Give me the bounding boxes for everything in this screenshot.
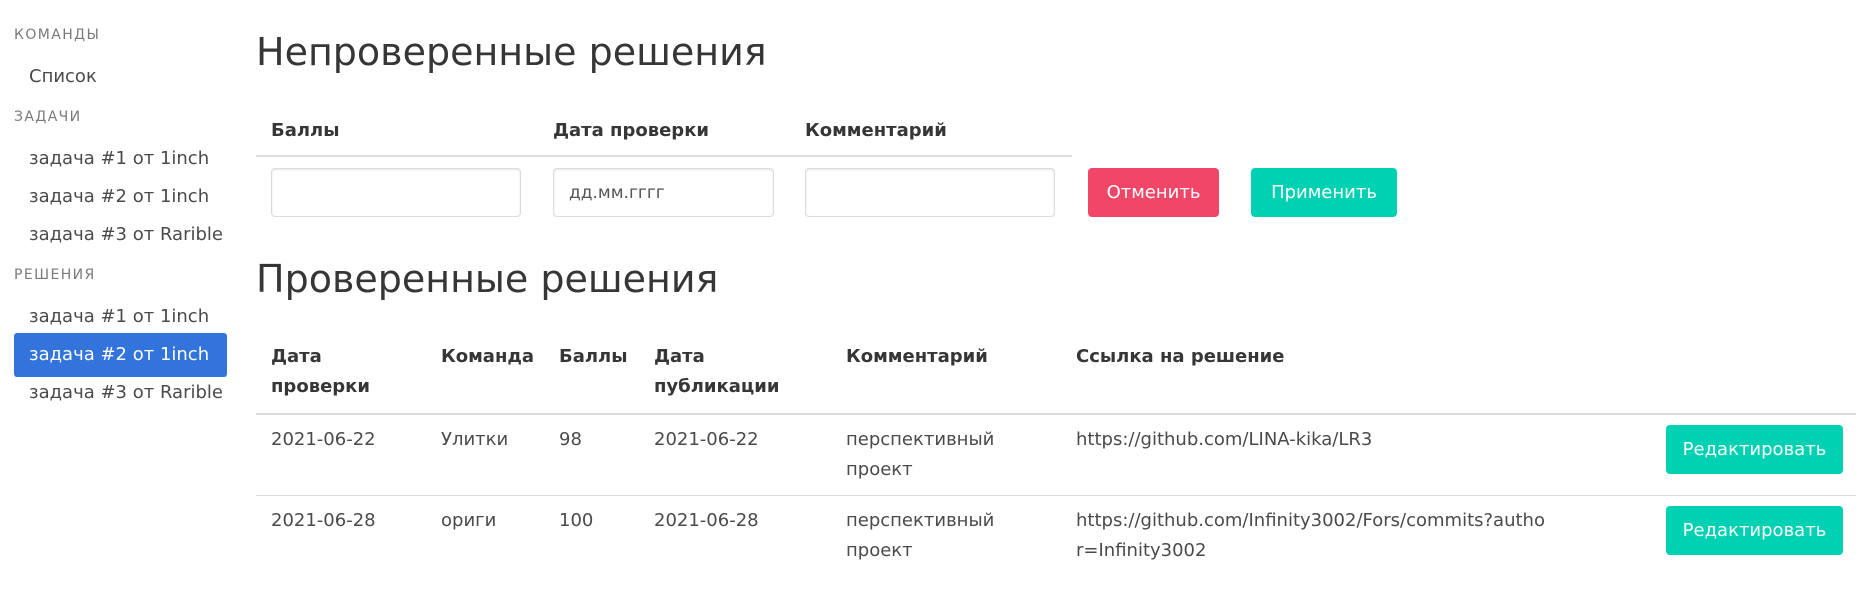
menu-label-tasks: ЗАДАЧИ <box>14 109 82 125</box>
cell-link[interactable]: https://github.com/Infinity3002/Fors/com… <box>1076 506 1546 566</box>
cell-team: ориги <box>441 510 497 531</box>
menu-label-solutions: РЕШЕНИЯ <box>14 267 96 283</box>
edit-button[interactable]: Редактировать <box>1666 506 1843 555</box>
cell-comment: перспективный проект <box>846 510 995 561</box>
cell-pub-date: 2021-06-28 <box>654 510 759 531</box>
column-pub-date: Дата публикации <box>654 346 780 397</box>
column-comment: Комментарий <box>846 346 988 367</box>
menu-label-teams: КОМАНДЫ <box>14 27 101 43</box>
sidebar-item-solution-3[interactable]: задача #3 от Rarible <box>14 371 227 415</box>
cell-comment: перспективный проект <box>846 429 995 480</box>
cell-team: Улитки <box>441 429 509 450</box>
column-check-date: Дата проверки <box>271 346 370 397</box>
column-score: Баллы <box>271 120 340 141</box>
unverified-table-header: Баллы Дата проверки Комментарий <box>256 107 1072 157</box>
score-input[interactable] <box>271 168 521 217</box>
cancel-button[interactable]: Отменить <box>1088 168 1219 217</box>
unverified-title: Непроверенные решения <box>256 30 767 74</box>
cell-check-date: 2021-06-28 <box>271 510 376 531</box>
verified-title: Проверенные решения <box>256 257 719 301</box>
main-content: Непроверенные решения Баллы Дата проверк… <box>256 0 1859 607</box>
edit-button[interactable]: Редактировать <box>1666 425 1843 474</box>
cell-check-date: 2021-06-22 <box>271 429 376 450</box>
column-score: Баллы <box>559 346 628 367</box>
sidebar-item-teams-list[interactable]: Список <box>14 55 227 99</box>
cell-pub-date: 2021-06-22 <box>654 429 759 450</box>
cell-link[interactable]: https://github.com/LINA-kika/LR3 <box>1076 425 1546 455</box>
column-team: Команда <box>441 346 535 367</box>
sidebar-item-task-3[interactable]: задача #3 от Rarible <box>14 213 227 257</box>
table-row: 2021-06-28 ориги 100 2021-06-28 перспект… <box>256 496 1856 578</box>
column-check-date: Дата проверки <box>553 120 710 141</box>
cell-score: 98 <box>559 429 582 450</box>
table-row: 2021-06-22 Улитки 98 2021-06-22 перспект… <box>256 415 1856 496</box>
cell-score: 100 <box>559 510 594 531</box>
apply-button[interactable]: Применить <box>1251 168 1397 217</box>
comment-input[interactable] <box>805 168 1055 217</box>
verified-table-header: Дата проверки Команда Баллы Дата публика… <box>256 338 1856 415</box>
column-comment: Комментарий <box>805 120 947 141</box>
column-link: Ссылка на решение <box>1076 346 1285 367</box>
check-date-input[interactable] <box>553 168 774 217</box>
